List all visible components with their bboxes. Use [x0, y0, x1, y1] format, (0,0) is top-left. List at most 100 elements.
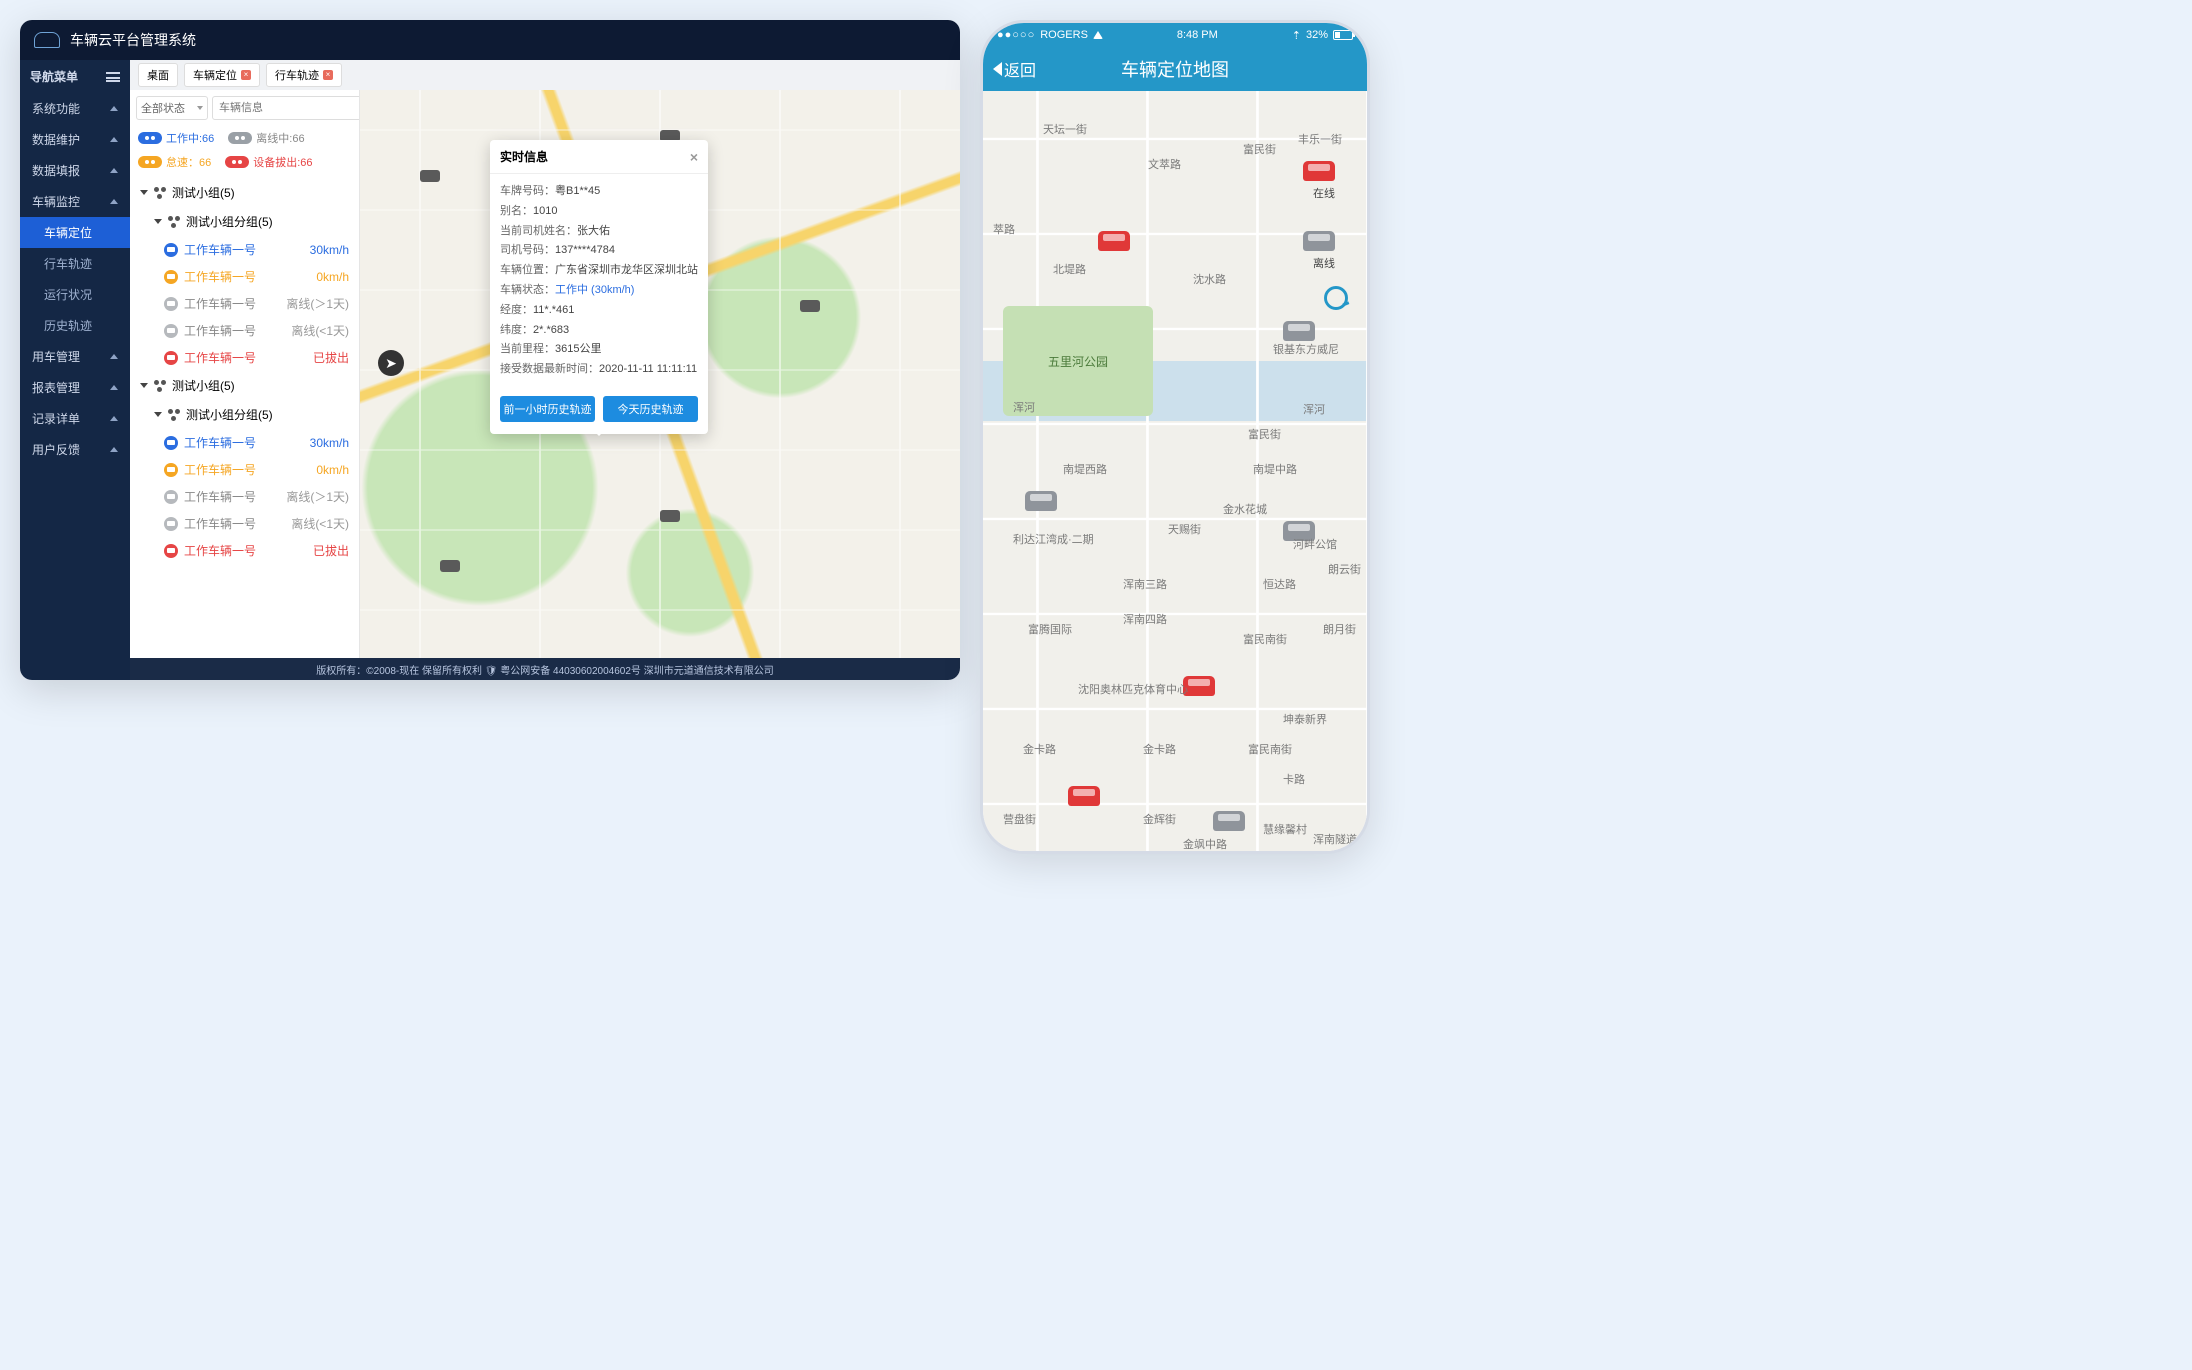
vehicle-item[interactable]: 工作车辆一号30km/h: [136, 236, 353, 263]
vehicle-item[interactable]: 工作车辆一号离线(＞1天): [136, 290, 353, 317]
nav-sub-item[interactable]: 历史轨迹: [20, 310, 130, 341]
vehicle-item[interactable]: 工作车辆一号离线(<1天): [136, 317, 353, 344]
vehicle-status-icon: [164, 490, 178, 504]
group-icon: [154, 187, 166, 199]
nav-label: 报表管理: [32, 379, 80, 396]
vehicle-item[interactable]: 工作车辆一号0km/h: [136, 263, 353, 290]
vehicle-info: 0km/h: [316, 463, 349, 477]
nav-label: 运行状况: [44, 286, 92, 303]
phone-title: 车辆定位地图: [983, 56, 1367, 82]
nav-group-item[interactable]: 用车管理: [20, 341, 130, 372]
nav-label: 行车轨迹: [44, 255, 92, 272]
car-marker[interactable]: [1303, 231, 1335, 251]
battery-percent: 32%: [1306, 29, 1328, 41]
nav-label: 用户反馈: [32, 441, 80, 458]
car-marker[interactable]: [1025, 491, 1057, 511]
tab[interactable]: 行车轨迹×: [266, 63, 342, 87]
nav-group-item[interactable]: 数据维护: [20, 124, 130, 155]
tab[interactable]: 车辆定位×: [184, 63, 260, 87]
tab[interactable]: 桌面: [138, 63, 178, 87]
car-marker[interactable]: [1213, 811, 1245, 831]
vehicle-status-icon: [164, 324, 178, 338]
popup-row: 当前司机姓名：张大佑: [500, 222, 698, 242]
nav-sub-item[interactable]: 运行状况: [20, 279, 130, 310]
popup-row: 当前里程：3615公里: [500, 340, 698, 360]
road-label: 浑南三路: [1123, 576, 1167, 592]
nav-group-item[interactable]: 数据填报: [20, 155, 130, 186]
tree-group[interactable]: 测试小组(5): [136, 178, 353, 207]
vehicle-item[interactable]: 工作车辆一号已拔出: [136, 344, 353, 371]
nav-group-item[interactable]: 报表管理: [20, 372, 130, 403]
vehicle-name: 工作车辆一号: [184, 515, 256, 532]
car-marker[interactable]: [1303, 161, 1335, 181]
vehicle-tree: 测试小组(5)测试小组分组(5)工作车辆一号30km/h工作车辆一号0km/h工…: [130, 178, 359, 574]
vehicle-search-input[interactable]: [212, 96, 360, 120]
tab-close-icon[interactable]: ×: [241, 70, 251, 80]
nav-group-item[interactable]: 系统功能: [20, 93, 130, 124]
caret-up-icon: [110, 447, 118, 452]
car-marker[interactable]: [1283, 321, 1315, 341]
nav-group-item[interactable]: 用户反馈: [20, 434, 130, 465]
tabs: 桌面车辆定位×行车轨迹×: [130, 60, 960, 90]
vehicle-item[interactable]: 工作车辆一号离线(＞1天): [136, 483, 353, 510]
car-marker[interactable]: [1098, 231, 1130, 251]
compass-icon[interactable]: ➤: [378, 350, 404, 376]
status-pill-icon: [138, 132, 162, 144]
road-label: 萃路: [993, 221, 1015, 237]
vehicle-item[interactable]: 工作车辆一号离线(<1天): [136, 510, 353, 537]
phone-map[interactable]: 五里河公园 在线离线天坛一街文萃路沈水路富民街丰乐一街北堤路萃路银基东方威尼浑河…: [983, 91, 1367, 851]
map-marker[interactable]: [800, 300, 820, 312]
locate-button[interactable]: [1319, 281, 1353, 315]
map-area[interactable]: ➤ 实时信息 × 车牌号码：粤B1**45别名：1010当前司机姓名：张大佑司机…: [360, 90, 960, 658]
road-label: 朗云街: [1328, 561, 1361, 577]
popup-row: 别名：1010: [500, 202, 698, 222]
vehicle-info: 已拔出: [313, 542, 349, 559]
popup-row-label: 车辆位置：: [500, 264, 555, 276]
popup-header: 实时信息 ×: [490, 140, 708, 174]
status-select[interactable]: 全部状态: [136, 96, 208, 120]
vehicle-status-icon: [164, 544, 178, 558]
vehicle-item[interactable]: 工作车辆一号0km/h: [136, 456, 353, 483]
battery-icon: [1333, 30, 1353, 40]
back-button[interactable]: 返回: [993, 57, 1036, 81]
road-label: 坤泰新界: [1283, 711, 1327, 727]
group-label: 测试小组(5): [172, 184, 235, 201]
vehicle-left: 工作车辆一号: [164, 268, 256, 285]
filter-row: 全部状态: [130, 90, 359, 126]
close-icon[interactable]: ×: [690, 149, 698, 165]
chevron-down-icon: [197, 106, 203, 110]
nav-group-item[interactable]: 记录详单: [20, 403, 130, 434]
statusbar-left: ●●○○○ ROGERS: [997, 29, 1103, 41]
vehicle-name: 工作车辆一号: [184, 295, 256, 312]
tab-close-icon[interactable]: ×: [323, 70, 333, 80]
vehicle-left: 工作车辆一号: [164, 322, 256, 339]
vehicle-item[interactable]: 工作车辆一号已拔出: [136, 537, 353, 564]
map-marker[interactable]: [420, 170, 440, 182]
road-label: 天赐街: [1168, 521, 1201, 537]
map-marker[interactable]: [660, 510, 680, 522]
nav-group-item[interactable]: 车辆监控: [20, 186, 130, 217]
nav-sub-item[interactable]: 行车轨迹: [20, 248, 130, 279]
popup-row: 车牌号码：粤B1**45: [500, 182, 698, 202]
today-track-button[interactable]: 今天历史轨迹: [603, 396, 698, 422]
map-marker[interactable]: [440, 560, 460, 572]
road-label: 河畔公馆: [1293, 536, 1337, 552]
car-marker[interactable]: [1068, 786, 1100, 806]
hamburger-icon[interactable]: [106, 72, 120, 82]
tree-group[interactable]: 测试小组(5): [136, 371, 353, 400]
vehicle-status-icon: [164, 297, 178, 311]
vehicle-item[interactable]: 工作车辆一号30km/h: [136, 429, 353, 456]
popup-row-value: 2*.*683: [533, 324, 569, 336]
caret-up-icon: [110, 168, 118, 173]
car-status-label: 离线: [1313, 255, 1335, 271]
road-label: 金辉街: [1143, 811, 1176, 827]
footer: 版权所有：©2008-现在 保留所有权利 🛡 粤公网安备 44030602004…: [130, 658, 960, 680]
tree-subgroup[interactable]: 测试小组分组(5): [136, 400, 353, 429]
tree-subgroup[interactable]: 测试小组分组(5): [136, 207, 353, 236]
road-label: 富民街: [1248, 426, 1281, 442]
nav-label: 数据填报: [32, 162, 80, 179]
app-title: 车辆云平台管理系统: [70, 30, 196, 50]
nav-sub-item[interactable]: 车辆定位: [20, 217, 130, 248]
prev-hour-track-button[interactable]: 前一小时历史轨迹: [500, 396, 595, 422]
vehicle-info: 30km/h: [310, 436, 349, 450]
